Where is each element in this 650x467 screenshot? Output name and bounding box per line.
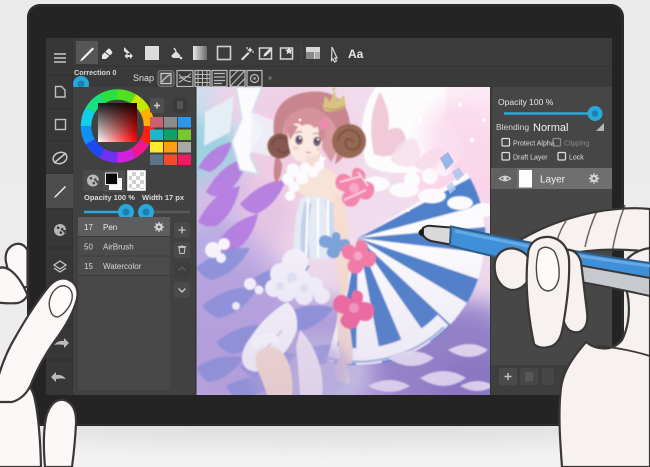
svg-text:AirBrush: AirBrush <box>103 243 134 252</box>
svg-text:Pen: Pen <box>103 223 117 232</box>
svg-text:Opacity 100 %: Opacity 100 % <box>498 97 554 107</box>
svg-text:Clipping: Clipping <box>564 141 589 148</box>
svg-text:Aa: Aa <box>348 47 364 61</box>
svg-text:Width 17 px: Width 17 px <box>142 193 185 202</box>
svg-text:Opacity 100 %: Opacity 100 % <box>84 193 135 202</box>
svg-text:Normal: Normal <box>533 122 568 134</box>
svg-text:Layer: Layer <box>540 175 566 186</box>
svg-text:Correction 0: Correction 0 <box>74 68 116 77</box>
svg-text:50: 50 <box>84 243 93 252</box>
svg-text:Watercolor: Watercolor <box>103 262 142 271</box>
svg-text:Draft Layer: Draft Layer <box>513 155 548 162</box>
svg-text:17: 17 <box>84 223 93 232</box>
svg-text:Protect Alpha: Protect Alpha <box>513 141 555 148</box>
svg-text:15: 15 <box>84 262 93 271</box>
svg-text:Lock: Lock <box>569 155 584 162</box>
svg-text:Snap: Snap <box>133 73 154 83</box>
svg-text:Blending: Blending <box>496 122 529 132</box>
